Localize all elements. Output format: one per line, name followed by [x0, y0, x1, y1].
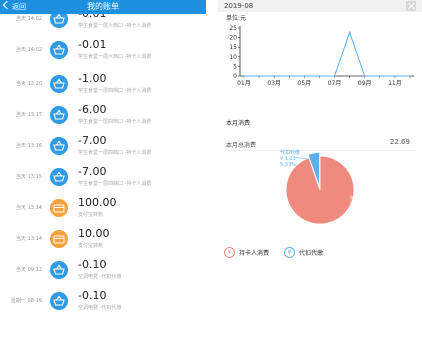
bill-description: 学生食堂一层四档口 -持卡人消费 — [78, 119, 152, 125]
bill-time: 当天 09:12 — [16, 267, 42, 273]
bill-row[interactable]: 当天 13:17 -6.00 学生食堂一层四档口 -持卡人消费 — [0, 101, 206, 132]
bill-row[interactable]: 当天 13:20 -1.00 学生食堂一层四档口 -持卡人消费 — [0, 70, 206, 101]
title-bar: 返回 我的账单 — [0, 0, 206, 14]
data-point — [363, 75, 366, 77]
x-tick-label: 11月 — [388, 80, 402, 87]
y-tick-label: 0 — [233, 73, 237, 80]
data-point — [378, 75, 381, 77]
y-tick-label: 25 — [229, 25, 237, 32]
bill-time: 当天 14:02 — [16, 16, 42, 22]
data-point — [394, 75, 396, 77]
data-point — [318, 75, 321, 77]
x-tick-label: 03月 — [267, 80, 281, 87]
bill-time: 当天 14:02 — [16, 47, 42, 53]
bill-row[interactable]: 星期一 08-19 -0.10 空调电费 -代扣代缴 — [0, 287, 206, 318]
page-title: 我的账单 — [87, 2, 119, 11]
wallet-icon — [50, 230, 68, 248]
bill-description: 支付宝转账 — [78, 243, 104, 249]
bill-description: 学生食堂一层四档口 -持卡人消费 — [78, 88, 152, 94]
basket-icon — [50, 75, 68, 93]
bill-amount: -0.10 — [78, 289, 107, 302]
bill-description: 学生食堂一层四档口 -持卡人消费 — [78, 181, 152, 187]
close-button[interactable] — [406, 1, 416, 11]
bill-amount: -7.00 — [78, 134, 107, 147]
wallet-icon — [50, 199, 68, 217]
basket-icon — [50, 106, 68, 124]
x-tick-label: 09月 — [358, 80, 372, 87]
basket-icon — [50, 261, 68, 279]
bill-amount: -0.10 — [78, 258, 107, 271]
y-axis-label: 单位:元 — [226, 14, 246, 22]
monthly-line-chart: 单位:元 0 5 10 15 20 25 01月 03月 05月 07月 09月 11月 — [226, 14, 414, 87]
bill-description: 支付宝转账 — [78, 212, 104, 218]
bill-description: 学生食堂一层四档口 -持卡人消费 — [78, 150, 152, 156]
bill-amount: -7.00 — [78, 165, 107, 178]
bill-row[interactable]: 当天 14:02 -0.01 学生食堂一层六档口 -持卡人消费 — [0, 36, 206, 67]
pie-slice-cardholder — [285, 155, 355, 225]
pie-label: 持卡人消费 — [350, 195, 375, 202]
bill-description: 空调电费 -代扣代缴 — [78, 274, 122, 280]
data-point — [303, 75, 306, 77]
y-tick-label: 20 — [229, 35, 237, 42]
data-point — [258, 75, 260, 77]
bill-row[interactable]: 当天 09:12 -0.10 空调电费 -代扣代缴 — [0, 256, 206, 287]
bill-time: 星期一 08-19 — [10, 298, 42, 304]
y-tick-label: 5 — [233, 63, 237, 70]
bill-amount: -1.00 — [78, 72, 107, 85]
data-point — [348, 31, 351, 34]
bill-time: 当天 13:15 — [16, 174, 42, 180]
bill-time: 当天 13:14 — [16, 205, 42, 211]
bill-row[interactable]: 当天 13:14 100.00 支付宝转账 — [0, 194, 206, 225]
bill-time: 当天 13:20 — [16, 81, 42, 87]
data-point — [273, 75, 276, 77]
bill-description: 学生食堂一层六档口 -持卡人消费 — [78, 54, 152, 60]
bill-amount: -6.00 — [78, 103, 107, 116]
total-value: 22.69 — [389, 138, 410, 146]
category-pie-chart: 代扣代缴¥ 1.215.33%持卡人消费¥ 21.4894.67% — [280, 149, 375, 225]
pie-label: 94.67% — [350, 208, 369, 214]
yen-icon: ¥ — [224, 247, 235, 258]
data-point — [333, 75, 336, 77]
legend-label: 持卡人消费 — [239, 250, 270, 257]
bill-row[interactable]: 当天 13:15 -7.00 学生食堂一层四档口 -持卡人消费 — [0, 163, 206, 194]
month-label[interactable]: 2019-08 — [224, 0, 253, 12]
bill-time: 当天 13:16 — [16, 143, 42, 149]
basket-icon — [50, 168, 68, 186]
x-tick-label: 05月 — [298, 80, 312, 87]
bill-time: 当天 13:14 — [16, 236, 42, 242]
data-point — [243, 75, 245, 77]
monthly-stats-panel: 2019-08 单位:元 0 5 10 15 20 25 01月 03月 05月 07月 09月 11月… — [218, 0, 422, 361]
pie-label: 5.33% — [280, 162, 296, 168]
y-tick-label: 10 — [229, 54, 237, 61]
bill-amount: 100.00 — [78, 196, 117, 209]
bill-time: 当天 13:17 — [16, 112, 42, 118]
y-tick-label: 15 — [229, 44, 237, 51]
bill-amount: -0.01 — [78, 38, 107, 51]
series-line — [244, 30, 410, 77]
data-point — [409, 75, 411, 77]
basket-icon — [50, 41, 68, 59]
bill-description: 空调电费 -代扣代缴 — [78, 305, 122, 311]
x-tick-label: 01月 — [237, 80, 251, 87]
yen-icon: ¥ — [284, 247, 295, 258]
bill-row[interactable]: 当天 13:16 -7.00 学生食堂一层四档口 -持卡人消费 — [0, 132, 206, 163]
data-point — [288, 75, 291, 77]
bill-amount: 10.00 — [78, 227, 110, 240]
pie-label: 代扣代缴 — [280, 149, 300, 156]
bill-row[interactable]: 当天 13:14 10.00 支付宝转账 — [0, 225, 206, 256]
x-tick-label: 07月 — [328, 80, 342, 87]
bill-description: 学生食堂一层六档口 -持卡人消费 — [78, 23, 152, 29]
month-bar: 2019-08 — [218, 0, 422, 12]
section-title: 本月消费 — [226, 120, 251, 127]
basket-icon — [50, 292, 68, 310]
basket-icon — [50, 137, 68, 155]
legend-label: 代扣代缴 — [299, 250, 324, 257]
bill-list-panel: 当天 14:02-0.01学生食堂一层六档口 -持卡人消费当天 14:02-0.… — [0, 0, 206, 361]
